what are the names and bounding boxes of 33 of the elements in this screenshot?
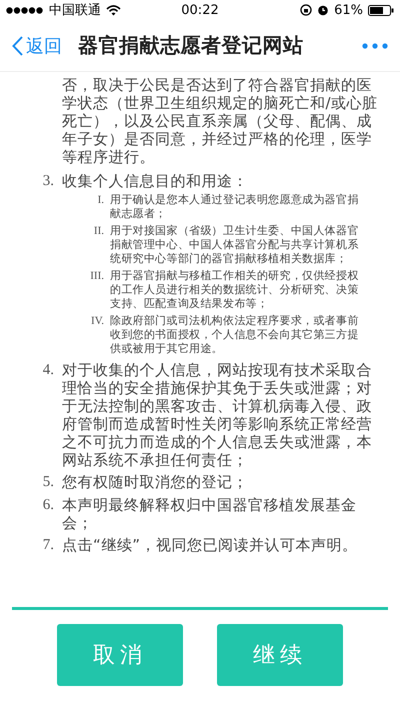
list-item-text: 本声明最终解释权归中国器官移植发展基金会； (62, 496, 358, 532)
list-item-text: 对于收集的个人信息，网站按现有技术采取合理恰当的安全措施保护其免于丢失或泄露；对于无法控制的黑客攻击、计算机病毒入侵、政府管制而造成暂时性关闭等影响系统正常经营之不可抗力而造成的个人信息丢失或泄露，本网站系统不承担任何责任； (62, 361, 373, 469)
page-title: 器官捐献志愿者登记网站 (78, 32, 304, 59)
sub-item-text: 用于对接国家（省级）卫生计生委、中国人体器官捐献管理中心、中国人体器官分配与共享计算机系统研究中心等部门的器官捐献移植相关数据库； (110, 224, 360, 266)
alarm-icon (317, 4, 330, 16)
sub-item-text: 除政府部门或司法机构依法定程序要求，或者事前收到您的书面授权，个人信息不会向其它第三方提供或被用于其它用途。 (110, 314, 360, 356)
paragraph: 否，取决于公民是否达到了符合器官捐献的医学状态（世界卫生组织规定的脑死亡和/或心脏死亡），以及公民直系亲属（父母、配偶、成年子女）是否同意，并经过严格的伦理，医学等程序进行。 (62, 76, 378, 166)
roman-numeral: III. (89, 269, 105, 284)
list-number: 7. (42, 536, 55, 555)
carrier-name: 中国联通 (49, 2, 101, 19)
cancel-button[interactable]: 取消 (57, 624, 183, 686)
sub-item-text: 用于器官捐献与移植工作相关的研究，仅供经授权的工作人员进行相关的数据统计、分析研究、决策支持、匹配查询及结果发布等； (110, 269, 360, 311)
list-number: 4. (42, 361, 55, 380)
list-item-text: 收集个人信息目的和用途： (62, 172, 248, 191)
status-time: 00:22 (181, 2, 219, 18)
list-number: 3. (42, 172, 55, 191)
sub-item-text: 用于确认是您本人通过登记表明您愿意成为器官捐献志愿者； (110, 193, 360, 221)
roman-numeral: I. (96, 193, 105, 208)
back-link[interactable]: 返回 (12, 34, 62, 58)
list-item-text: 点击“继续”，视同您已阅读并认可本声明。 (62, 536, 358, 555)
roman-numeral: IV. (90, 314, 105, 329)
more-icon[interactable] (362, 42, 388, 48)
battery-percent: 61% (334, 2, 363, 18)
rotation-lock-icon (300, 4, 312, 16)
list-number: 5. (42, 473, 55, 492)
list-number: 6. (42, 496, 55, 515)
list-item-text: 您有权随时取消您的登记； (62, 473, 248, 492)
continue-button[interactable]: 继续 (217, 624, 343, 686)
back-chevron-icon (12, 36, 23, 56)
battery-icon (368, 4, 394, 16)
signal-icon (6, 6, 44, 14)
roman-numeral: II. (92, 224, 105, 239)
wifi-icon (106, 4, 121, 16)
